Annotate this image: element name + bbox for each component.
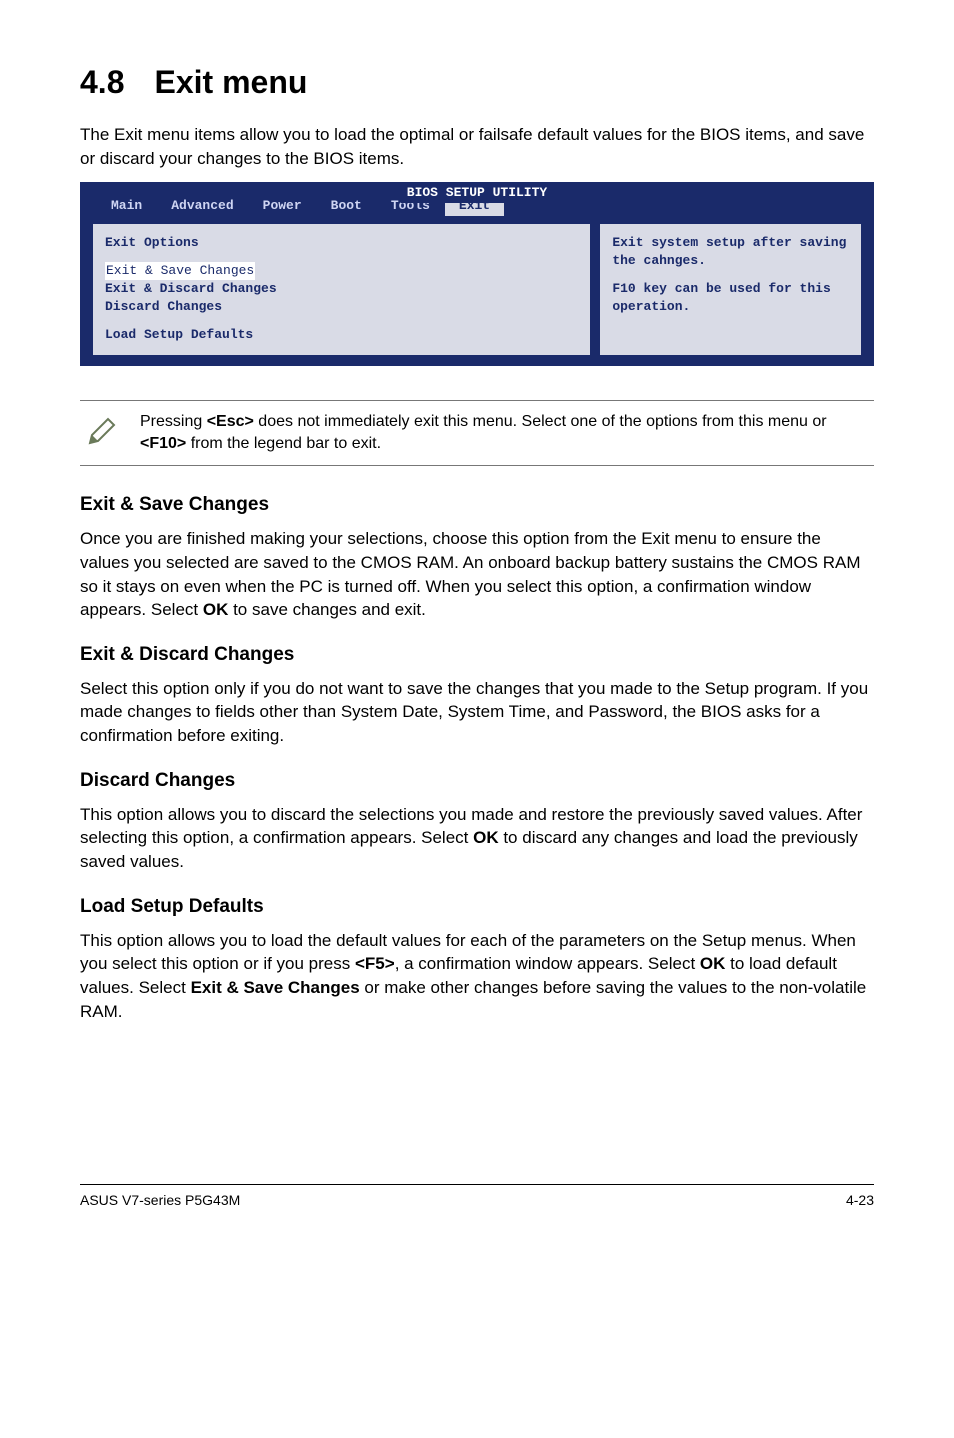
bios-tab-boot[interactable]: Boot (317, 197, 376, 215)
bios-item-exit-save[interactable]: Exit & Save Changes (105, 262, 255, 280)
bios-item-discard[interactable]: Discard Changes (105, 298, 578, 316)
bios-tab-main[interactable]: Main (97, 197, 156, 215)
note-box: Pressing <Esc> does not immediately exit… (80, 400, 874, 467)
note-text: Pressing <Esc> does not immediately exit… (140, 411, 870, 456)
heading-load-defaults: Load Setup Defaults (80, 894, 874, 921)
bios-left-pane: Exit Options Exit & Save Changes Exit & … (91, 222, 592, 357)
bios-utility-title: BIOS SETUP UTILITY (401, 184, 553, 202)
text-bold: OK (700, 954, 726, 973)
body-exit-save: Once you are finished making your select… (80, 527, 874, 622)
text-bold: Exit & Save Changes (191, 978, 360, 997)
bios-right-pane: Exit system setup after saving the cahng… (598, 222, 863, 357)
body-exit-discard: Select this option only if you do not wa… (80, 677, 874, 748)
bios-help-line1: Exit system setup after saving the cahng… (612, 234, 849, 270)
heading-exit-discard: Exit & Discard Changes (80, 642, 874, 669)
note-pre: Pressing (140, 413, 207, 430)
heading-exit-save: Exit & Save Changes (80, 492, 874, 519)
bios-tab-power[interactable]: Power (249, 197, 316, 215)
bios-options-heading: Exit Options (105, 234, 578, 252)
page-footer: ASUS V7-series P5G43M 4-23 (80, 1184, 874, 1211)
section-text: Exit menu (154, 64, 307, 100)
note-post: from the legend bar to exit. (186, 435, 381, 452)
note-mid: does not immediately exit this menu. Sel… (254, 413, 827, 430)
section-number: 4.8 (80, 64, 124, 100)
bios-tab-advanced[interactable]: Advanced (157, 197, 247, 215)
text-bold: OK (203, 600, 229, 619)
text-bold: <F5> (355, 954, 395, 973)
bios-help-line2: F10 key can be used for this operation. (612, 280, 849, 316)
pencil-icon (84, 411, 120, 456)
body-load-defaults: This option allows you to load the defau… (80, 929, 874, 1024)
body-discard: This option allows you to discard the se… (80, 803, 874, 874)
heading-discard: Discard Changes (80, 768, 874, 795)
text: Once you are finished making your select… (80, 529, 861, 619)
footer-right: 4-23 (846, 1191, 874, 1211)
bios-item-load-defaults[interactable]: Load Setup Defaults (105, 326, 578, 344)
bios-frame: BIOS SETUP UTILITY Main Advanced Power B… (80, 182, 874, 365)
bios-inner: Exit Options Exit & Save Changes Exit & … (89, 222, 865, 357)
note-key-esc: <Esc> (207, 413, 254, 430)
page-title: 4.8 Exit menu (80, 60, 874, 105)
text-bold: OK (473, 828, 499, 847)
text: to save changes and exit. (228, 600, 426, 619)
footer-left: ASUS V7-series P5G43M (80, 1191, 240, 1211)
bios-item-exit-discard[interactable]: Exit & Discard Changes (105, 280, 578, 298)
intro-paragraph: The Exit menu items allow you to load th… (80, 123, 874, 171)
note-key-f10: <F10> (140, 435, 186, 452)
text: , a confirmation window appears. Select (395, 954, 700, 973)
